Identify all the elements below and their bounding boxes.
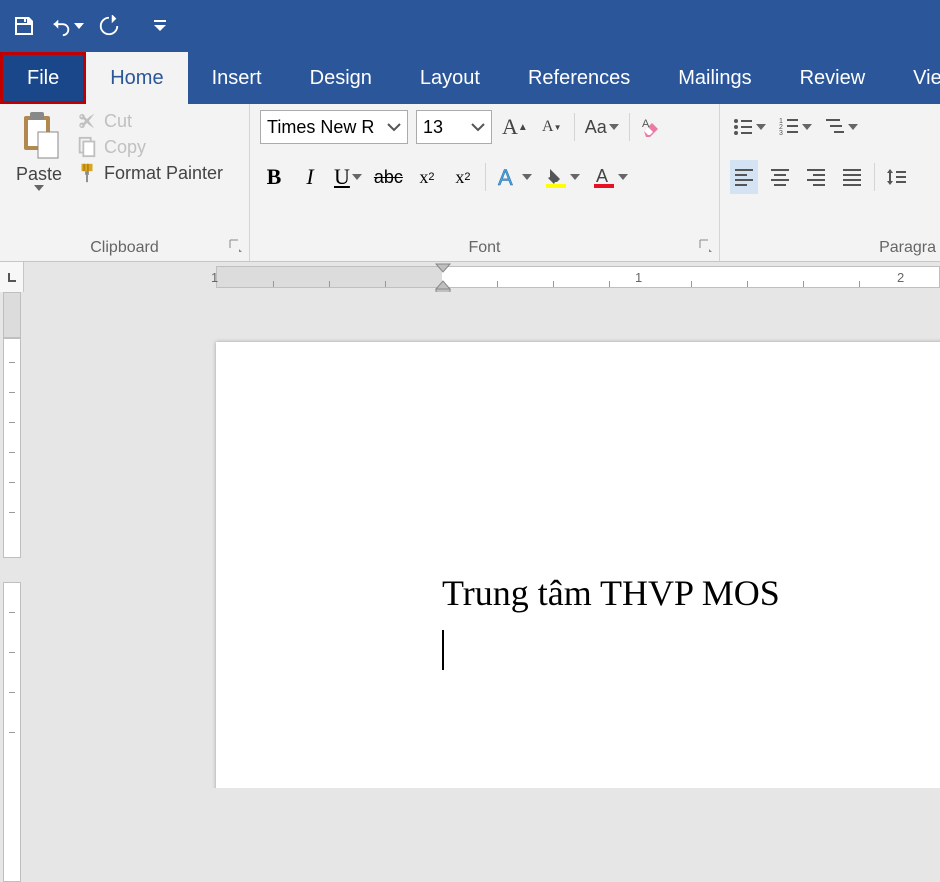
tab-references[interactable]: References bbox=[504, 52, 654, 104]
svg-text:A: A bbox=[596, 166, 608, 186]
subscript-button[interactable]: x2 bbox=[413, 160, 441, 194]
numbering-button[interactable]: 123 bbox=[776, 110, 814, 144]
line-spacing-button[interactable] bbox=[883, 160, 911, 194]
ruler-number: 2 bbox=[897, 270, 904, 285]
cut-button[interactable]: Cut bbox=[76, 110, 223, 132]
copy-label: Copy bbox=[104, 137, 146, 158]
multilevel-list-button[interactable] bbox=[822, 110, 860, 144]
document-canvas[interactable]: Trung tâm THVP MOS bbox=[24, 292, 940, 788]
clipboard-launcher-icon[interactable] bbox=[229, 239, 243, 253]
change-case-button[interactable]: Aa bbox=[583, 110, 621, 144]
tab-view[interactable]: View bbox=[889, 52, 940, 104]
align-right-icon bbox=[805, 166, 827, 188]
format-painter-icon bbox=[76, 162, 98, 184]
paste-button[interactable]: Paste bbox=[10, 110, 68, 230]
align-center-icon bbox=[769, 166, 791, 188]
text-effects-icon: A bbox=[496, 165, 520, 189]
save-icon[interactable] bbox=[12, 14, 36, 38]
chevron-down-icon bbox=[471, 122, 485, 132]
tab-home[interactable]: Home bbox=[86, 52, 187, 104]
format-painter-label: Format Painter bbox=[104, 163, 223, 184]
paste-icon bbox=[18, 110, 60, 160]
highlight-button[interactable] bbox=[542, 160, 582, 194]
paste-dropdown-icon[interactable] bbox=[34, 185, 44, 191]
tab-file[interactable]: File bbox=[0, 52, 86, 104]
ribbon: Paste Cut Copy Format Painter Clipboard bbox=[0, 104, 940, 262]
quick-access-toolbar bbox=[0, 0, 940, 52]
horizontal-ruler[interactable]: 1 1 2 bbox=[216, 266, 940, 288]
undo-icon[interactable] bbox=[50, 15, 84, 37]
paste-label: Paste bbox=[16, 164, 62, 185]
line-spacing-icon bbox=[886, 166, 908, 188]
svg-text:A: A bbox=[498, 165, 513, 189]
highlight-icon bbox=[544, 165, 568, 189]
clear-formatting-button[interactable]: A bbox=[638, 110, 666, 144]
svg-text:A: A bbox=[642, 118, 650, 130]
tab-layout[interactable]: Layout bbox=[396, 52, 504, 104]
justify-icon bbox=[841, 166, 863, 188]
text-cursor bbox=[442, 630, 444, 670]
customize-qat-icon[interactable] bbox=[152, 18, 168, 34]
font-launcher-icon[interactable] bbox=[699, 239, 713, 253]
bullets-button[interactable] bbox=[730, 110, 768, 144]
paragraph-group-label: Paragra bbox=[720, 239, 940, 257]
align-right-button[interactable] bbox=[802, 160, 830, 194]
group-font: Times New R 13 A▲ A▼ Aa A B I U bbox=[250, 104, 720, 261]
group-clipboard: Paste Cut Copy Format Painter Clipboard bbox=[0, 104, 250, 261]
numbering-icon: 123 bbox=[778, 116, 800, 138]
copy-button[interactable]: Copy bbox=[76, 136, 223, 158]
multilevel-icon bbox=[824, 116, 846, 138]
ruler-number: 1 bbox=[635, 270, 642, 285]
cut-icon bbox=[76, 110, 98, 132]
copy-icon bbox=[76, 136, 98, 158]
tab-design[interactable]: Design bbox=[286, 52, 396, 104]
chevron-down-icon bbox=[387, 122, 401, 132]
align-center-button[interactable] bbox=[766, 160, 794, 194]
clipboard-group-label: Clipboard bbox=[0, 239, 249, 257]
font-color-icon: A bbox=[592, 165, 616, 189]
redo-icon[interactable] bbox=[98, 15, 120, 37]
tab-review[interactable]: Review bbox=[776, 52, 890, 104]
tab-selector[interactable] bbox=[0, 262, 24, 292]
svg-text:3: 3 bbox=[779, 130, 783, 137]
font-group-label: Font bbox=[250, 239, 719, 257]
ribbon-tabs: File Home Insert Design Layout Reference… bbox=[0, 52, 940, 104]
document-text[interactable]: Trung tâm THVP MOS bbox=[442, 572, 780, 614]
ruler-row: 1 1 2 bbox=[0, 262, 940, 292]
shrink-font-button[interactable]: A▼ bbox=[538, 110, 566, 144]
bullets-icon bbox=[732, 116, 754, 138]
tab-mailings[interactable]: Mailings bbox=[654, 52, 775, 104]
eraser-icon: A bbox=[640, 115, 664, 139]
grow-font-button[interactable]: A▲ bbox=[500, 110, 530, 144]
workspace: Trung tâm THVP MOS bbox=[0, 292, 940, 788]
underline-button[interactable]: U bbox=[332, 160, 364, 194]
ruler-number: 1 bbox=[211, 270, 218, 285]
tab-insert[interactable]: Insert bbox=[188, 52, 286, 104]
strikethrough-button[interactable]: abc bbox=[372, 160, 405, 194]
page: Trung tâm THVP MOS bbox=[216, 342, 940, 788]
font-color-button[interactable]: A bbox=[590, 160, 630, 194]
font-name-value: Times New R bbox=[267, 117, 374, 138]
bold-button[interactable]: B bbox=[260, 160, 288, 194]
justify-button[interactable] bbox=[838, 160, 866, 194]
format-painter-button[interactable]: Format Painter bbox=[76, 162, 223, 184]
text-effects-button[interactable]: A bbox=[494, 160, 534, 194]
align-left-icon bbox=[733, 166, 755, 188]
font-size-combo[interactable]: 13 bbox=[416, 110, 492, 144]
font-name-combo[interactable]: Times New R bbox=[260, 110, 408, 144]
vertical-ruler[interactable] bbox=[0, 292, 24, 788]
superscript-button[interactable]: x2 bbox=[449, 160, 477, 194]
group-paragraph: 123 bbox=[720, 104, 940, 261]
align-left-button[interactable] bbox=[730, 160, 758, 194]
font-size-value: 13 bbox=[423, 117, 443, 138]
italic-button[interactable]: I bbox=[296, 160, 324, 194]
cut-label: Cut bbox=[104, 111, 132, 132]
